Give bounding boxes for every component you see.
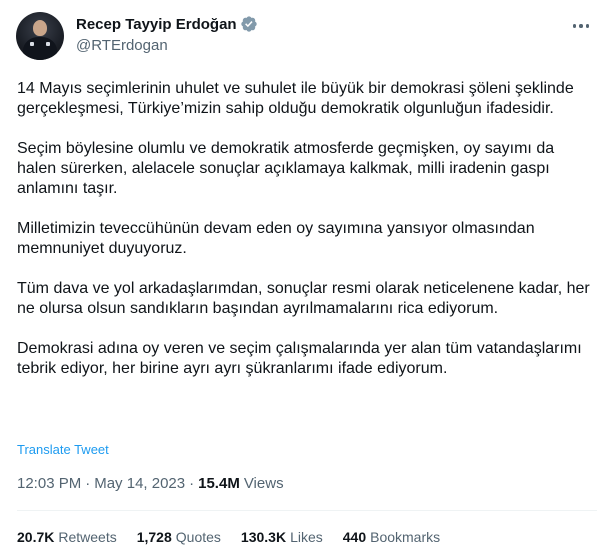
bookmarks-count: 440: [342, 529, 367, 545]
more-dot-icon: [585, 24, 590, 28]
meta-separator: ·: [189, 475, 195, 492]
divider: [17, 510, 597, 511]
tweet-paragraph: Tüm dava ve yol arkadaşlarımdan, sonuçla…: [17, 280, 590, 317]
quotes-count: 1,728: [136, 529, 172, 545]
author-name-row: Recep Tayyip Erdoğan: [76, 14, 258, 34]
quotes-label: Quotes: [175, 529, 221, 545]
meta-separator: ·: [85, 475, 91, 492]
tweet-metadata: 12:03 PM · May 14, 2023 · 15.4M Views: [17, 475, 284, 492]
likes-stat[interactable]: 130.3K Likes: [241, 529, 323, 545]
bookmarks-stat[interactable]: 440 Bookmarks: [343, 529, 440, 545]
more-dot-icon: [572, 24, 577, 28]
tweet-paragraph: Demokrasi adına oy veren ve seçim çalışm…: [17, 340, 582, 377]
likes-label: Likes: [290, 529, 323, 545]
tweet-container: Recep Tayyip Erdoğan @RTErdogan 14 Mayıs…: [0, 0, 614, 558]
retweets-label: Retweets: [58, 529, 117, 545]
avatar-badge-left: [30, 42, 34, 46]
author-display-name[interactable]: Recep Tayyip Erdoğan: [76, 16, 237, 33]
tweet-paragraph: Seçim böylesine olumlu ve demokratik atm…: [17, 140, 555, 197]
retweets-count: 20.7K: [17, 529, 55, 545]
verified-badge-icon: [240, 16, 257, 32]
avatar[interactable]: [16, 12, 64, 60]
avatar-body-shape: [23, 37, 57, 60]
more-options-button[interactable]: [570, 16, 592, 36]
retweets-stat[interactable]: 20.7K Retweets: [17, 529, 117, 545]
avatar-badge-right: [46, 42, 50, 46]
tweet-date[interactable]: May 14, 2023: [94, 475, 185, 492]
views-count: 15.4M: [198, 475, 240, 492]
avatar-head-shape: [33, 20, 47, 36]
tweet-text: 14 Mayıs seçimlerinin uhulet ve suhulet …: [17, 79, 597, 379]
tweet-paragraph: Milletimizin teveccühünün devam eden oy …: [17, 220, 535, 257]
author-handle[interactable]: @RTErdogan: [76, 37, 168, 54]
more-dot-icon: [579, 24, 583, 28]
quotes-stat[interactable]: 1,728 Quotes: [137, 529, 221, 545]
engagement-stats: 20.7K Retweets 1,728 Quotes 130.3K Likes 44…: [17, 529, 460, 545]
translate-tweet-link[interactable]: Translate Tweet: [17, 442, 109, 457]
bookmarks-label: Bookmarks: [370, 529, 441, 545]
tweet-time[interactable]: 12:03 PM: [17, 475, 81, 492]
likes-count: 130.3K: [240, 529, 287, 545]
views-label: Views: [243, 475, 284, 492]
tweet-paragraph: 14 Mayıs seçimlerinin uhulet ve suhulet …: [17, 80, 574, 117]
